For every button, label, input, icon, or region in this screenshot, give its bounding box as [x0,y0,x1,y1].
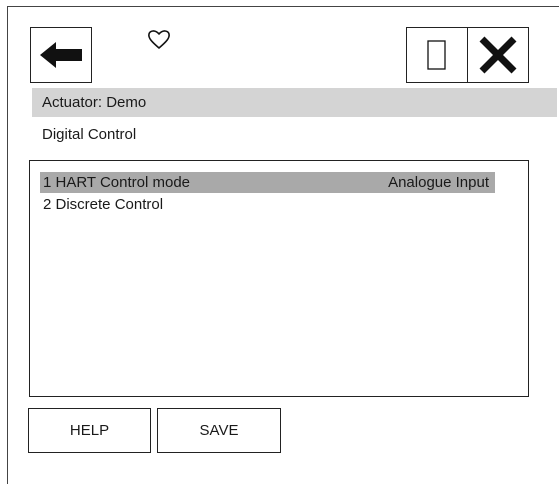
list-item-value: Analogue Input [388,174,489,191]
help-button[interactable]: HELP [28,408,151,453]
back-button[interactable] [30,27,92,83]
heart-outline-icon [148,30,170,49]
left-arrow-icon [40,42,82,68]
list-item-label: 2 Discrete Control [43,196,164,213]
window-button[interactable] [406,27,468,83]
page-title: Digital Control [42,126,137,143]
menu-list: 1 HART Control mode Analogue Input 2 Dis… [29,160,529,397]
actuator-label: Actuator: Demo [42,94,147,111]
save-button-label: SAVE [199,422,239,439]
help-button-label: HELP [69,422,110,439]
list-item-discrete-control[interactable]: 2 Discrete Control [40,194,495,215]
close-x-icon [479,36,517,74]
favorite-button[interactable] [144,24,174,54]
save-button[interactable]: SAVE [157,408,281,453]
list-item-hart-control-mode[interactable]: 1 HART Control mode Analogue Input [40,172,495,193]
close-button[interactable] [467,27,529,83]
window-icon [427,40,446,70]
list-item-label: 1 HART Control mode [43,174,191,191]
actuator-header: Actuator: Demo [32,88,557,117]
